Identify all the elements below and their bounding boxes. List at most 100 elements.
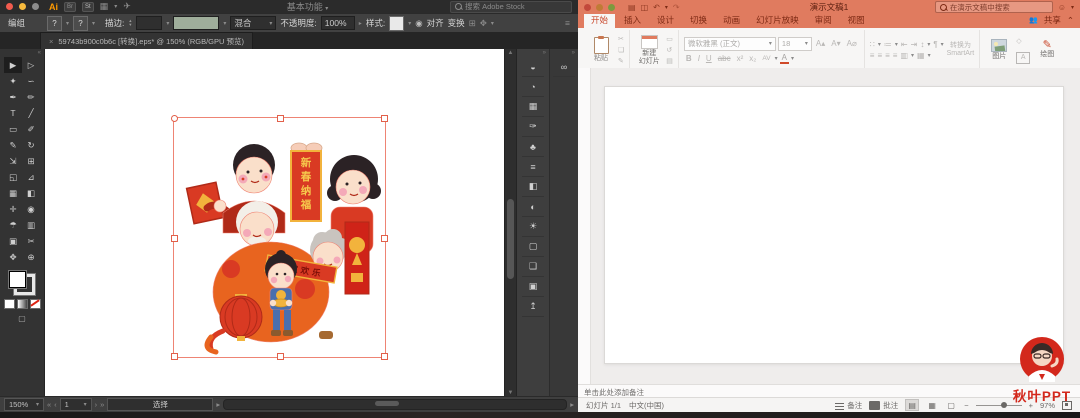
appearance-panel-icon[interactable]: ☀ [522,217,544,237]
stroke-weight-stepper[interactable]: ▲▼ [128,19,132,27]
notes-toggle-button[interactable]: 备注 [835,400,862,411]
paste-button[interactable]: 粘贴 [587,37,615,63]
mesh-tool[interactable]: ▦ [4,185,22,201]
column-graph-tool[interactable]: ▥ [22,217,40,233]
bold-button[interactable]: B [684,54,694,63]
isolate-group-icon[interactable] [469,18,476,29]
slice-tool[interactable]: ✂ [22,233,40,249]
bridge-app-icon[interactable]: Br [64,2,76,12]
status-display[interactable]: 选择 [107,398,213,411]
numbering-icon[interactable] [884,40,892,49]
color-button[interactable] [4,299,15,309]
direct-selection-tool[interactable]: ▷ [22,57,40,73]
stroke-weight-value[interactable] [136,16,162,30]
lasso-tool[interactable]: ∽ [22,73,40,89]
picture-button[interactable]: 图片 [985,39,1013,61]
undo-icon[interactable] [653,3,660,12]
line-spacing-icon[interactable] [920,40,924,49]
brushes-panel-icon[interactable]: ✑ [522,117,544,137]
close-window-button[interactable] [6,3,13,10]
libraries-panel-icon[interactable]: ∞ [553,57,575,77]
layout-icon[interactable] [666,35,673,43]
draw-button[interactable]: 绘图 [1033,42,1061,58]
none-button[interactable] [30,299,41,309]
collapse-tools-icon[interactable]: « [35,49,44,57]
hand-tool[interactable]: ✥ [4,249,22,265]
align-center-icon[interactable] [877,51,882,60]
stroke-color-swatch[interactable]: ? [73,16,88,31]
shape-builder-tool[interactable]: ◱ [4,169,22,185]
selection-handle[interactable] [381,115,388,122]
selection-handle[interactable] [277,115,284,122]
selection-handle[interactable] [171,235,178,242]
shrink-font-icon[interactable]: A▾ [829,39,842,48]
eyedropper-tool[interactable]: ✛ [4,201,22,217]
font-size-dropdown[interactable]: 18▾ [778,37,812,51]
zoom-window-button[interactable] [32,3,39,10]
asset-export-panel-icon[interactable]: ↥ [522,297,544,317]
slide-sorter-view-button[interactable] [926,400,938,410]
line-segment-tool[interactable]: ╱ [22,105,40,121]
vertical-scrollbar[interactable]: ▲ ▼ [504,49,516,397]
italic-button[interactable]: I [696,54,702,63]
save-icon[interactable] [641,3,649,12]
tab-设计[interactable]: 设计 [650,12,681,28]
blend-mode-dropdown[interactable]: 混合▾ [230,16,276,30]
stock-search-input[interactable]: 搜索 Adobe Stock [450,1,572,13]
tab-幻灯片放映[interactable]: 幻灯片放映 [749,12,806,28]
tab-审阅[interactable]: 审阅 [808,12,839,28]
horizontal-scroll-thumb[interactable] [375,401,399,406]
screen-mode-icon[interactable] [18,314,26,323]
character-spacing-icon[interactable] [760,55,772,62]
format-painter-icon[interactable] [618,57,624,65]
language-indicator[interactable]: 中文(中国) [629,400,664,411]
close-window-button[interactable] [584,4,591,11]
columns-icon[interactable] [900,51,908,60]
section-icon[interactable] [666,57,673,65]
tab-切换[interactable]: 切换 [683,12,714,28]
scroll-up-arrow[interactable]: ▲ [505,50,516,56]
layers-panel-icon[interactable]: ❑ [522,257,544,277]
convert-smartart-button[interactable]: 转换为 SmartArt [947,42,975,58]
text-box-icon[interactable]: A [1016,52,1030,64]
share-app-icon[interactable] [123,1,131,12]
tab-插入[interactable]: 插入 [617,12,648,28]
tab-开始[interactable]: 开始 [584,12,615,28]
zoom-tool[interactable]: ⊕ [22,249,40,265]
subscript-icon[interactable] [747,54,758,63]
prev-artboard-icon[interactable]: ‹ [54,400,57,409]
artboards-panel-icon[interactable]: ▣ [522,277,544,297]
ribbon-toggle-icon[interactable] [628,3,636,12]
type-tool[interactable]: T [4,105,22,121]
feedback-smiley-icon[interactable] [1058,3,1066,12]
color-panel-icon[interactable]: ◒ [522,57,544,77]
share-button[interactable]: 共享 [1044,14,1061,26]
shapes-icon[interactable] [1016,37,1030,45]
comments-toggle-button[interactable]: 批注 [869,400,898,411]
zoom-window-button[interactable] [608,4,615,11]
selection-handle[interactable] [171,115,178,122]
reset-icon[interactable] [666,46,673,54]
clear-formatting-icon[interactable]: A⌀ [845,39,859,48]
color-guide-panel-icon[interactable]: ◔ [522,77,544,97]
arrange-documents-icon[interactable] [100,1,109,12]
align-right-icon[interactable] [885,51,890,60]
scroll-right-arrow[interactable]: ▸ [570,400,574,409]
canvas[interactable]: 新春纳福 [45,49,504,397]
rectangle-tool[interactable]: ▭ [4,121,22,137]
grow-font-icon[interactable]: A▴ [814,39,827,48]
horizontal-scrollbar[interactable] [223,399,567,410]
scale-tool[interactable]: ⇲ [4,153,22,169]
pencil-tool[interactable]: ✎ [4,137,22,153]
gradient-tool[interactable]: ◧ [22,185,40,201]
minimize-window-button[interactable] [19,3,26,10]
style-swatch[interactable] [389,16,404,31]
superscript-icon[interactable] [735,54,746,63]
tab-视图[interactable]: 视图 [841,12,872,28]
normal-view-button[interactable] [905,399,919,411]
select-similar-icon[interactable] [480,18,487,29]
last-artboard-icon[interactable]: » [100,400,104,409]
gradient-panel-icon[interactable]: ◧ [522,177,544,197]
tab-动画[interactable]: 动画 [716,12,747,28]
zoom-out-button[interactable]: − [964,401,968,410]
